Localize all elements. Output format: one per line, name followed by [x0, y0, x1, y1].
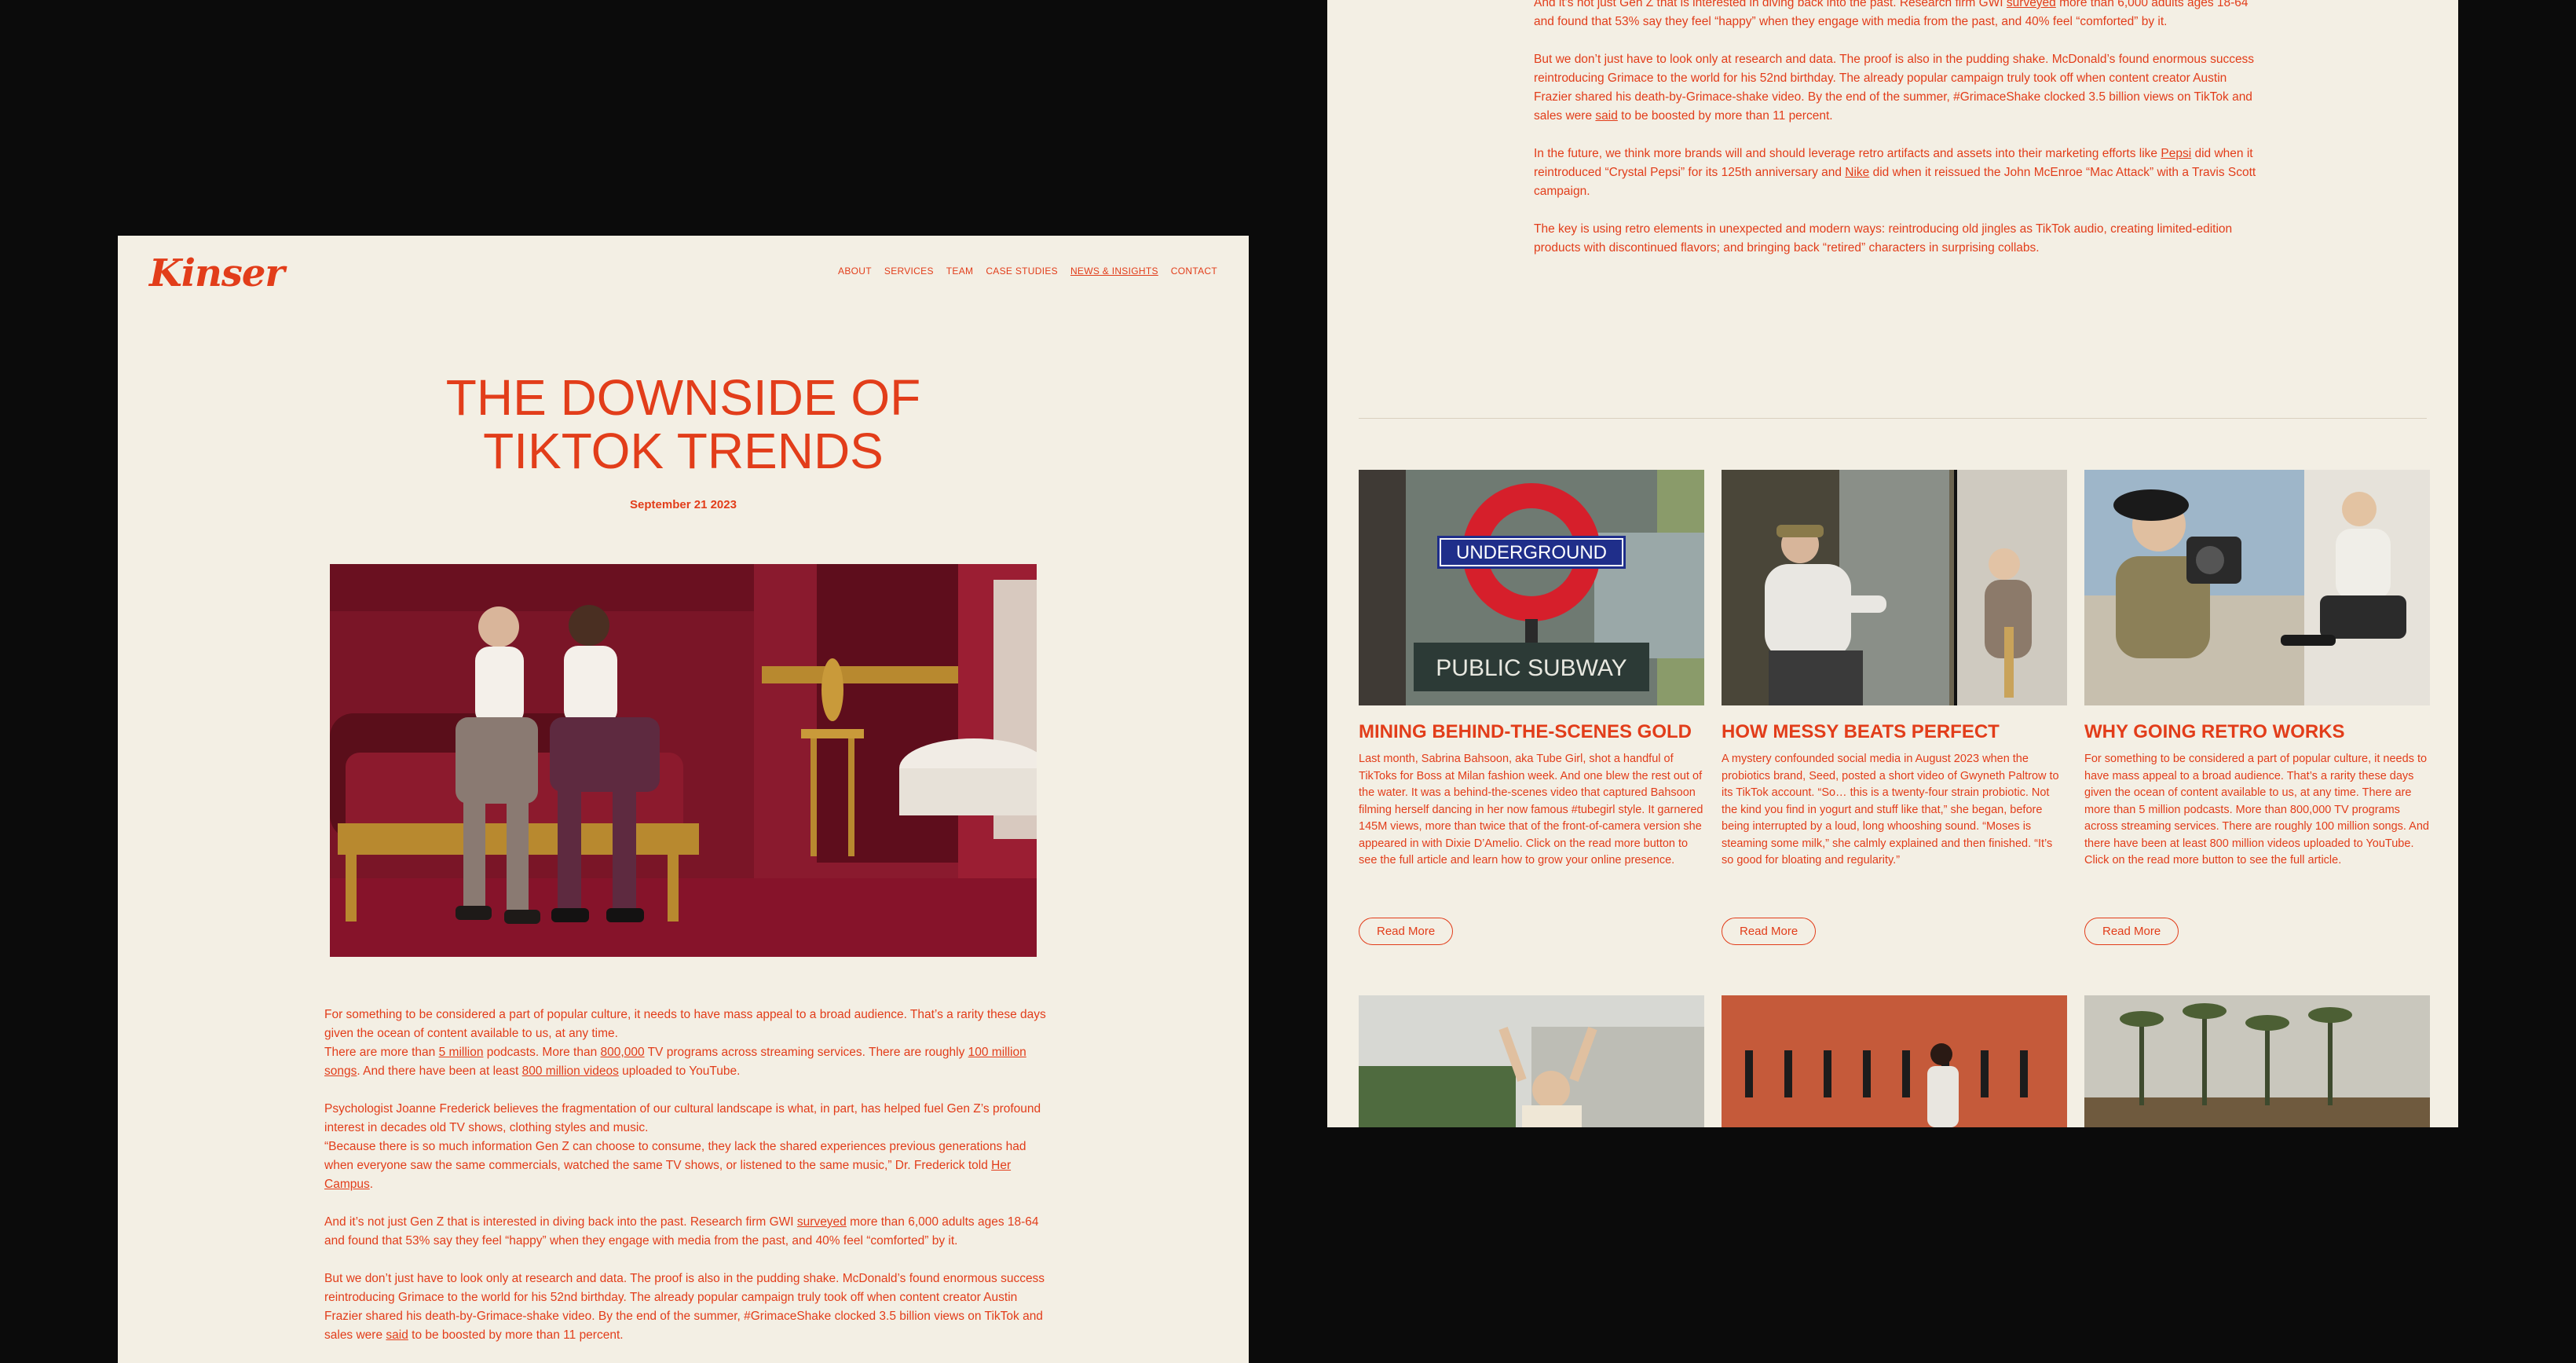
section-divider	[1359, 418, 2427, 419]
title-line-1: THE DOWNSIDE OF	[445, 369, 921, 426]
p1-text-e: . And there have been at least	[357, 1064, 522, 1078]
p2-text-a: Psychologist Joanne Frederick believes t…	[324, 1102, 1041, 1134]
nav-item-contact[interactable]: CONTACT	[1171, 266, 1217, 277]
link-surveyed-continued[interactable]: surveyed	[2007, 0, 2056, 9]
card-1-read-more-button[interactable]: Read More	[1359, 918, 1454, 945]
card-3-image	[2084, 470, 2430, 705]
article-paragraph-6: The key is using retro elements in unexp…	[1534, 222, 2233, 255]
p4-text-b: to be boosted by more than 11 percent.	[408, 1328, 624, 1342]
article-card-3: WHY GOING RETRO WORKS For something to b…	[2084, 470, 2430, 945]
article-paragraph-3-continued: And it’s not just Gen Z that is interest…	[1534, 0, 2256, 31]
article-body-continued: And it’s not just Gen Z that is interest…	[1534, 0, 2256, 277]
card-6-image	[2084, 995, 2430, 1127]
card-1-title[interactable]: MINING BEHIND-THE-SCENES GOLD	[1359, 721, 1704, 743]
title-line-2: TIKTOK TRENDS	[483, 423, 884, 479]
article-page-left: Kinser ABOUT SERVICES TEAM CASE STUDIES …	[118, 236, 1249, 1363]
article-body: For something to be considered a part of…	[324, 1006, 1047, 1363]
p1-text-b: There are more than	[324, 1046, 439, 1059]
card-5-image	[1722, 995, 2067, 1127]
sign-underground-text: UNDERGROUND	[1456, 542, 1607, 563]
nav-item-case-studies[interactable]: CASE STUDIES	[986, 266, 1058, 277]
p3c-text-a: And it’s not just Gen Z that is interest…	[1534, 0, 2007, 9]
nav-item-team[interactable]: TEAM	[946, 266, 974, 277]
link-pepsi[interactable]: Pepsi	[2161, 147, 2191, 160]
link-said[interactable]: said	[386, 1328, 408, 1342]
article-card-1: UNDERGROUND PUBLIC SUBWAY MINING BEHIND-…	[1359, 470, 1704, 945]
article-paragraph-2: Psychologist Joanne Frederick believes t…	[324, 1100, 1047, 1194]
p1-text-a: For something to be considered a part of…	[324, 1008, 1046, 1040]
card-4-image	[1359, 995, 1704, 1127]
card-3-read-more-button[interactable]: Read More	[2084, 918, 2179, 945]
brand-logo[interactable]: Kinser	[149, 251, 285, 295]
link-nike[interactable]: Nike	[1845, 166, 1869, 179]
nav-item-about[interactable]: ABOUT	[838, 266, 872, 277]
article-paragraph-5: In the future, we think more brands will…	[1534, 145, 2256, 201]
article-paragraph-1: For something to be considered a part of…	[324, 1006, 1047, 1081]
card-2-read-more-button[interactable]: Read More	[1722, 918, 1817, 945]
link-surveyed[interactable]: surveyed	[797, 1215, 847, 1229]
p1-text-f: uploaded to YouTube.	[618, 1064, 741, 1078]
article-paragraph-4: But we don’t just have to look only at r…	[324, 1270, 1047, 1345]
card-2-image	[1722, 470, 2067, 705]
p1-text-c: podcasts. More than	[483, 1046, 601, 1059]
p1-text-d: TV programs across streaming services. T…	[644, 1046, 968, 1059]
p4c-text-b: to be boosted by more than 11 percent.	[1617, 109, 1833, 123]
card-1-body: Last month, Sabrina Bahsoon, aka Tube Gi…	[1359, 753, 1703, 867]
card-1-image: UNDERGROUND PUBLIC SUBWAY	[1359, 470, 1704, 705]
nav-item-services[interactable]: SERVICES	[884, 266, 934, 277]
p2-text-c: .	[369, 1178, 374, 1191]
nav-item-news-insights[interactable]: NEWS & INSIGHTS	[1070, 266, 1158, 277]
main-nav: ABOUT SERVICES TEAM CASE STUDIES NEWS & …	[838, 266, 1217, 277]
link-800000[interactable]: 800,000	[601, 1046, 645, 1059]
card-2-title[interactable]: HOW MESSY BEATS PERFECT	[1722, 721, 2067, 743]
p3-text-a: And it’s not just Gen Z that is interest…	[324, 1215, 797, 1229]
article-date: September 21 2023	[630, 498, 737, 511]
card-3-title[interactable]: WHY GOING RETRO WORKS	[2084, 721, 2430, 743]
p2-text-b: “Because there is so much information Ge…	[324, 1140, 1026, 1172]
link-800-million-videos[interactable]: 800 million videos	[522, 1064, 619, 1078]
link-said-continued[interactable]: said	[1595, 109, 1617, 123]
hero-image	[330, 564, 1037, 957]
page-title: THE DOWNSIDE OF TIKTOK TRENDS	[118, 371, 1249, 478]
card-3-body: For something to be considered a part of…	[2084, 753, 2429, 867]
article-paragraph-3: And it’s not just Gen Z that is interest…	[324, 1213, 1047, 1251]
article-card-2: HOW MESSY BEATS PERFECT A mystery confou…	[1722, 470, 2067, 945]
sign-public-subway-text: PUBLIC SUBWAY	[1436, 655, 1626, 681]
card-2-body: A mystery confounded social media in Aug…	[1722, 753, 2059, 867]
article-page-right: And it’s not just Gen Z that is interest…	[1327, 0, 2458, 1127]
link-5-million[interactable]: 5 million	[439, 1046, 484, 1059]
p5-text-a: In the future, we think more brands will…	[1534, 147, 2161, 160]
article-paragraph-4-continued: But we don’t just have to look only at r…	[1534, 50, 2256, 126]
